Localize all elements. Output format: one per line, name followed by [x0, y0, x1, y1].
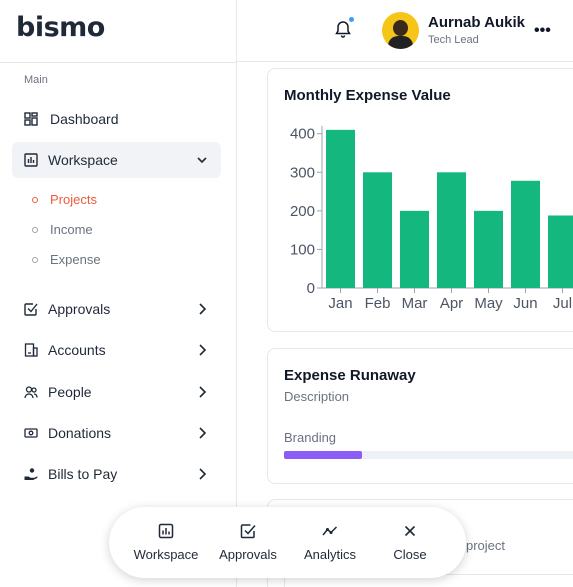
sidebar-item-approvals[interactable]: Approvals [12, 291, 221, 327]
action-analytics-button[interactable]: Analytics [295, 507, 365, 578]
sidebar-subitem-income[interactable]: Income [32, 222, 93, 237]
card-title: Expense Runaway [284, 367, 416, 384]
sidebar-item-label: Donations [48, 425, 112, 441]
y-tick-label: 300 [290, 164, 315, 181]
building-icon [24, 343, 38, 357]
sidebar-subitem-label: Income [50, 222, 93, 237]
sidebar-divider [0, 62, 237, 63]
x-tick-label: Jul [553, 295, 572, 312]
sidebar-item-label: Approvals [48, 301, 111, 317]
chevron-down-icon [197, 157, 207, 164]
user-role: Tech Lead [428, 34, 479, 46]
sidebar-item-label: Bills to Pay [48, 466, 118, 482]
floating-action-bar: Workspace Approvals Analytics Close [109, 507, 466, 578]
chevron-right-icon [199, 303, 207, 315]
y-tick-label: 400 [290, 126, 315, 143]
card-description: Description [284, 389, 350, 404]
expense-chart-card: Monthly Expense Value 0 100 200 300 400 Jan Fe… [267, 68, 573, 332]
sidebar-item-workspace[interactable]: Workspace [12, 142, 221, 178]
bar-feb[interactable] [363, 172, 392, 288]
sidebar-item-label: Dashboard [50, 111, 119, 127]
x-tick-label: Apr [440, 295, 463, 312]
top-header: Aurnab Aukik Tech Lead ••• [237, 0, 573, 62]
action-label: Approvals [219, 547, 277, 562]
chart-box-icon [158, 523, 174, 539]
progress-bar [284, 451, 573, 459]
x-tick-label: Jan [328, 295, 352, 312]
x-tick-label: Jun [513, 295, 537, 312]
bar-chart: 0 100 200 300 400 Jan Feb Mar Apr May Jun Jul [290, 126, 573, 312]
bullet-icon [32, 196, 38, 203]
users-icon [24, 385, 38, 399]
sidebar: bismo Main Dashboard Workspace Projects … [0, 0, 237, 587]
sidebar-item-donations[interactable]: Donations [12, 415, 221, 451]
sidebar-item-label: Workspace [48, 152, 118, 168]
close-icon [404, 525, 416, 537]
bar-jul[interactable] [548, 215, 573, 288]
x-tick-label: Mar [402, 295, 428, 312]
check-square-icon [24, 302, 38, 316]
chevron-right-icon [199, 344, 207, 356]
x-tick-label: May [474, 295, 503, 312]
trend-line-icon [322, 526, 338, 536]
y-tick-label: 0 [307, 280, 315, 297]
more-options-icon[interactable]: ••• [534, 22, 551, 40]
sidebar-subitem-projects[interactable]: Projects [32, 192, 97, 207]
action-close-button[interactable]: Close [375, 507, 445, 578]
sidebar-item-accounts[interactable]: Accounts [12, 332, 221, 368]
sidebar-item-bills-to-pay[interactable]: Bills to Pay [12, 456, 221, 492]
chevron-right-icon [199, 427, 207, 439]
sidebar-item-label: Accounts [48, 342, 106, 358]
bar-may[interactable] [474, 210, 503, 288]
section-label-main: Main [24, 74, 48, 86]
action-workspace-button[interactable]: Workspace [131, 507, 201, 578]
user-name: Aurnab Aukik [428, 14, 525, 31]
y-tick-label: 200 [290, 203, 315, 220]
bullet-icon [32, 226, 38, 233]
avatar[interactable] [382, 12, 419, 49]
expense-runaway-card: Expense Runaway Description Branding [267, 348, 573, 484]
hand-coin-icon [24, 467, 38, 481]
action-label: Close [393, 547, 427, 562]
progress-label: Branding [284, 430, 337, 445]
bar-jun[interactable] [511, 180, 540, 288]
grid-icon [24, 112, 38, 126]
action-label: Analytics [303, 547, 357, 562]
brand-logo[interactable]: bismo [16, 12, 105, 43]
sidebar-item-dashboard[interactable]: Dashboard [12, 101, 221, 137]
chart-box-icon [24, 153, 38, 167]
y-tick-label: 100 [290, 241, 315, 258]
sidebar-item-people[interactable]: People [12, 374, 221, 410]
bullet-icon [32, 256, 38, 263]
chevron-right-icon [199, 468, 207, 480]
sidebar-subitem-label: Projects [50, 192, 97, 207]
notification-badge [347, 15, 356, 24]
progress-fill [284, 451, 362, 459]
action-approvals-button[interactable]: Approvals [213, 507, 283, 578]
bar-jan[interactable] [326, 129, 355, 288]
sidebar-subitem-label: Expense [50, 252, 101, 267]
bar-apr[interactable] [437, 172, 466, 288]
x-tick-label: Feb [365, 295, 391, 312]
sidebar-subitem-expense[interactable]: Expense [32, 252, 101, 267]
check-square-icon [240, 524, 256, 539]
chevron-right-icon [199, 386, 207, 398]
banknote-icon [24, 426, 38, 440]
action-label: Workspace [133, 547, 199, 562]
sidebar-item-label: People [48, 384, 92, 400]
bar-mar[interactable] [400, 210, 429, 288]
